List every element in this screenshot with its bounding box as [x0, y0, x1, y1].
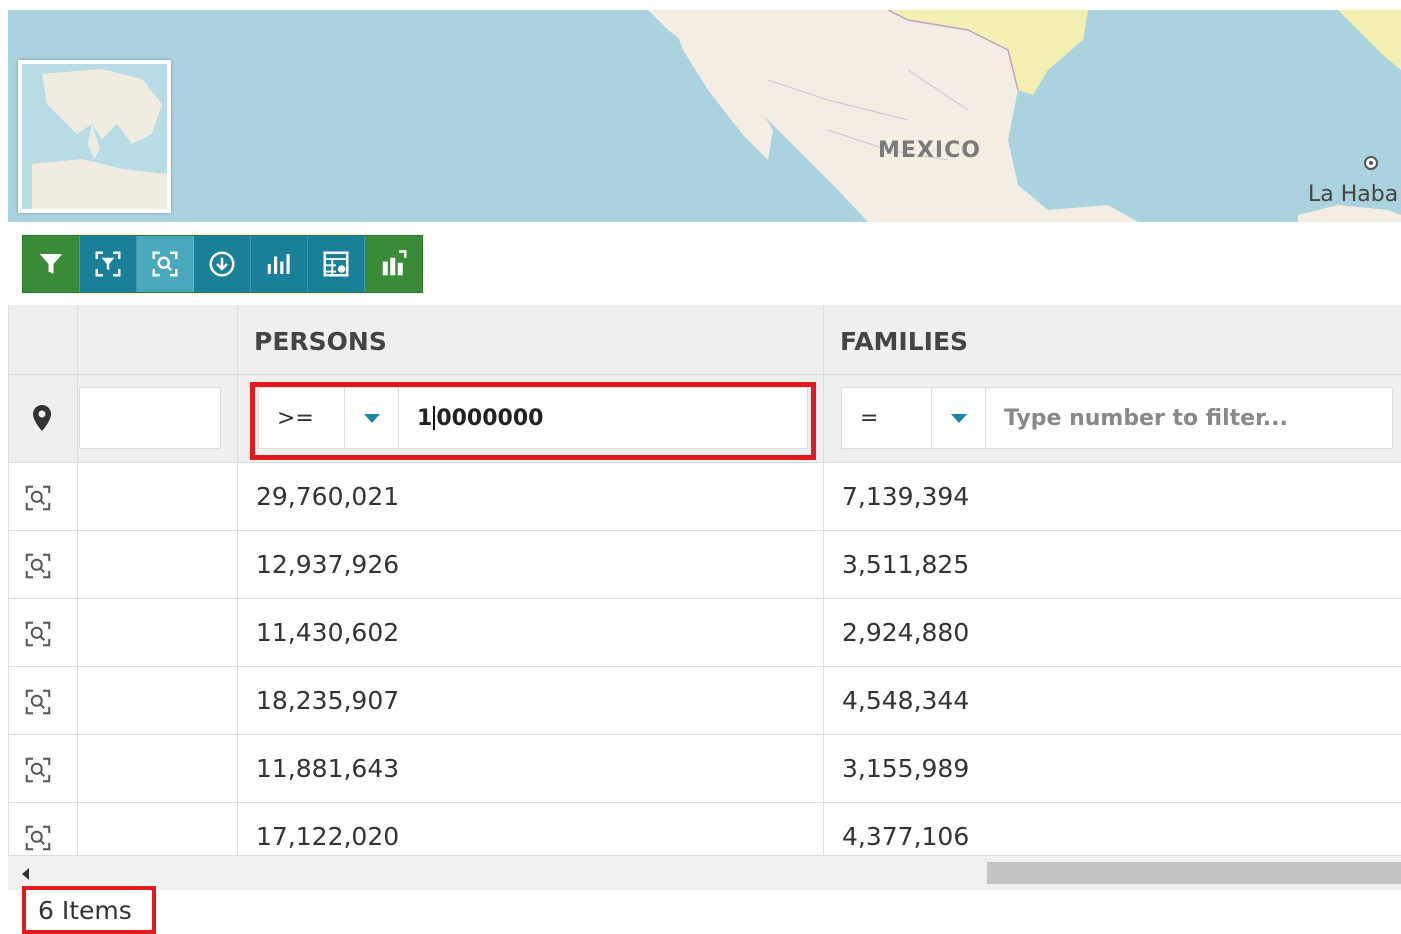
table-row[interactable]: 11,881,643 3,155,989 — [9, 735, 1401, 803]
chevron-down-icon[interactable] — [932, 388, 986, 448]
families-cell: 3,155,989 — [842, 754, 970, 783]
table-row[interactable]: 29,760,021 7,139,394 — [9, 463, 1401, 531]
filter-icon — [39, 254, 63, 274]
widget-chart-button[interactable] — [365, 236, 422, 292]
header-row: PERSONS FAMILIES — [9, 305, 1401, 375]
persons-filter-input[interactable]: 1 0000000 — [399, 388, 807, 448]
name-cell — [78, 463, 238, 530]
filter-button[interactable] — [23, 236, 80, 292]
zoom-to-feature-icon[interactable] — [23, 823, 53, 853]
header-cell-persons[interactable]: PERSONS — [238, 305, 824, 374]
item-count: 6 Items — [22, 886, 156, 934]
name-filter-input[interactable] — [79, 387, 221, 449]
zoom-to-selection-icon — [152, 251, 178, 277]
families-filter: = Type number to filter... — [841, 387, 1393, 449]
zoom-to-feature-icon[interactable] — [23, 619, 53, 649]
table-toolbar — [22, 235, 423, 293]
table-row[interactable]: 12,937,926 3,511,825 — [9, 531, 1401, 599]
zoom-to-selection-button[interactable] — [137, 236, 194, 292]
persons-cell: 11,881,643 — [256, 754, 400, 783]
overview-minimap[interactable] — [18, 60, 171, 213]
persons-cell: 18,235,907 — [256, 686, 400, 715]
zoom-to-feature-icon[interactable] — [23, 551, 53, 581]
persons-cell: 17,122,020 — [256, 822, 400, 851]
table-row[interactable]: 11,430,602 2,924,880 — [9, 599, 1401, 667]
map-pin-icon[interactable] — [33, 405, 51, 431]
name-cell — [78, 531, 238, 598]
families-cell: 7,139,394 — [842, 482, 970, 511]
families-operator-select[interactable]: = — [842, 388, 932, 448]
zoom-to-feature-icon[interactable] — [23, 483, 53, 513]
families-cell: 3,511,825 — [842, 550, 970, 579]
persons-filter-value-end: 0000000 — [436, 405, 544, 431]
zoom-to-filter-icon — [95, 251, 121, 277]
scrollbar-thumb[interactable] — [987, 862, 1401, 884]
name-cell — [78, 599, 238, 666]
families-cell: 4,377,106 — [842, 822, 970, 851]
header-cell-families[interactable]: FAMILIES — [824, 305, 1401, 374]
persons-cell: 12,937,926 — [256, 550, 400, 579]
table-row[interactable]: 17,122,020 4,377,106 — [9, 803, 1401, 855]
name-cell — [78, 667, 238, 734]
chart-icon — [267, 254, 290, 274]
name-cell — [78, 735, 238, 802]
families-cell: 2,924,880 — [842, 618, 970, 647]
zoom-to-feature-icon[interactable] — [23, 755, 53, 785]
chevron-down-icon[interactable] — [345, 388, 399, 448]
table-settings-icon — [323, 251, 349, 277]
persons-cell: 29,760,021 — [256, 482, 400, 511]
families-filter-placeholder: Type number to filter... — [1004, 405, 1288, 431]
persons-operator-select[interactable]: >= — [259, 388, 345, 448]
name-cell — [78, 803, 238, 855]
chart-button[interactable] — [251, 236, 308, 292]
header-cell-name[interactable] — [78, 305, 238, 374]
map-basemap — [8, 10, 1401, 222]
header-cell-actions — [9, 305, 78, 374]
text-cursor — [433, 406, 436, 430]
table-settings-button[interactable] — [308, 236, 365, 292]
persons-filter-value-start: 1 — [417, 405, 433, 431]
zoom-to-filter-button[interactable] — [80, 236, 137, 292]
download-icon — [209, 251, 235, 277]
attribute-table: PERSONS FAMILIES >= 1 0000000 = Type num… — [8, 305, 1401, 855]
map-view[interactable]: MEXICO La Haba — [8, 10, 1401, 222]
download-button[interactable] — [194, 236, 251, 292]
families-filter-input[interactable]: Type number to filter... — [986, 388, 1392, 448]
map-city-label: La Haba — [1308, 182, 1399, 207]
persons-filter: >= 1 0000000 — [258, 387, 808, 449]
persons-cell: 11,430,602 — [256, 618, 400, 647]
horizontal-scrollbar[interactable] — [8, 855, 1401, 890]
filter-row: >= 1 0000000 = Type number to filter... — [9, 375, 1401, 463]
map-country-label: MEXICO — [878, 138, 981, 163]
families-cell: 4,548,344 — [842, 686, 970, 715]
table-row[interactable]: 18,235,907 4,548,344 — [9, 667, 1401, 735]
widget-chart-icon — [382, 250, 406, 276]
city-marker-icon — [1364, 156, 1378, 170]
zoom-to-feature-icon[interactable] — [23, 687, 53, 717]
scroll-left-arrow-icon[interactable] — [22, 868, 29, 880]
